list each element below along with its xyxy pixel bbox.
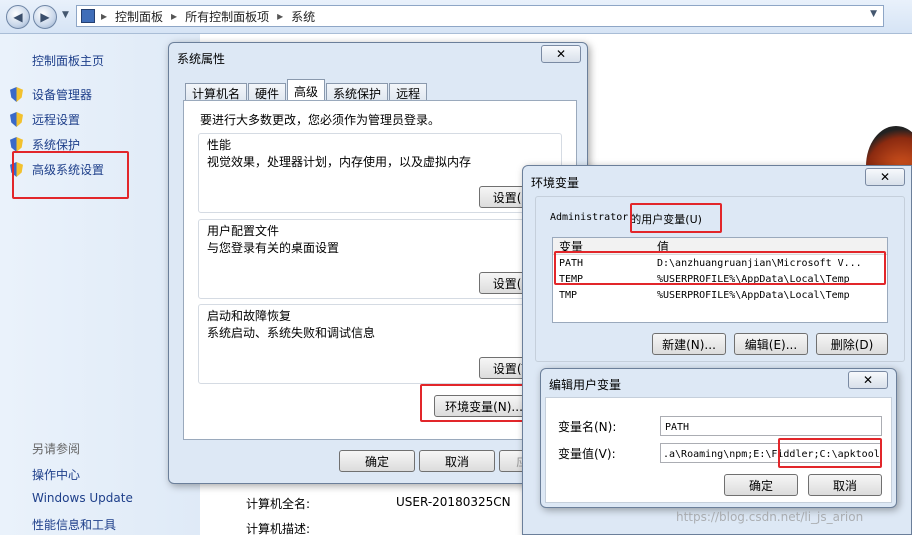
window-title: 系统属性 — [177, 52, 226, 66]
history-dropdown-icon[interactable]: ▼ — [62, 10, 69, 20]
sidebar-item-label: 设备管理器 — [32, 88, 93, 102]
edit-variable-button[interactable]: 编辑(E)... — [734, 333, 808, 355]
close-button[interactable]: ✕ — [848, 371, 888, 389]
address-dropdown-icon[interactable]: ▼ — [870, 9, 877, 19]
breadcrumb-item[interactable]: 所有控制面板项 — [185, 8, 269, 25]
computer-name-label: 计算机全名: — [246, 497, 311, 511]
close-button[interactable]: ✕ — [541, 45, 581, 63]
computer-name-value: USER-20180325CN — [396, 495, 511, 509]
variable-value-label: 变量值(V): — [558, 447, 616, 461]
breadcrumb-item[interactable]: 控制面板 — [115, 8, 163, 25]
chevron-right-icon: ▸ — [277, 9, 284, 23]
variable-value: %USERPROFILE%\AppData\Local\Temp — [657, 289, 850, 301]
see-also-windows-update[interactable]: Windows Update — [32, 491, 133, 505]
new-variable-button[interactable]: 新建(N)... — [652, 333, 726, 355]
shield-icon — [10, 87, 23, 102]
group-description: 与您登录有关的桌面设置 — [207, 241, 340, 255]
edit-panel: 变量名(N): PATH 变量值(V): .a\Roaming\npm;E:\F… — [545, 397, 892, 503]
close-button[interactable]: ✕ — [865, 168, 905, 186]
highlight-box — [630, 203, 722, 233]
user-profiles-group: 用户配置文件 与您登录有关的桌面设置 设置(E)... — [198, 219, 562, 299]
edit-user-variable-window: 编辑用户变量 ✕ 变量名(N): PATH 变量值(V): .a\Roaming… — [540, 368, 897, 508]
window-title: 编辑用户变量 — [549, 378, 622, 392]
computer-desc-label: 计算机描述: — [246, 522, 311, 535]
explorer-toolbar: ◀ ▶ ▼ ▸ 控制面板 ▸ 所有控制面板项 ▸ 系统 ▼ — [0, 0, 912, 34]
back-button[interactable]: ◀ — [6, 5, 30, 29]
highlight-box — [554, 251, 886, 285]
table-row[interactable]: TMP %USERPROFILE%\AppData\Local\Temp — [553, 287, 887, 303]
forward-button[interactable]: ▶ — [33, 5, 57, 29]
ok-button[interactable]: 确定 — [339, 450, 415, 472]
group-description: 系统启动、系统失败和调试信息 — [207, 326, 376, 340]
variable-name: TMP — [559, 289, 578, 301]
sidebar-item-remote-settings[interactable]: 远程设置 — [10, 111, 80, 128]
ok-button[interactable]: 确定 — [724, 474, 798, 496]
user-name: Administrator — [550, 212, 629, 223]
chevron-right-icon: ▸ — [101, 9, 108, 23]
highlight-box — [12, 151, 129, 199]
startup-recovery-group: 启动和故障恢复 系统启动、系统失败和调试信息 设置(T)... — [198, 304, 562, 384]
group-title: 用户配置文件 — [207, 224, 280, 238]
window-title: 环境变量 — [531, 176, 580, 190]
group-title: 性能 — [207, 138, 232, 152]
cancel-button[interactable]: 取消 — [808, 474, 882, 496]
address-bar[interactable]: ▸ 控制面板 ▸ 所有控制面板项 ▸ 系统 ▼ — [76, 5, 884, 27]
see-also-heading: 另请参阅 — [32, 442, 81, 456]
chevron-right-icon: ▸ — [171, 9, 178, 23]
admin-note: 要进行大多数更改，您必须作为管理员登录。 — [200, 113, 441, 127]
highlight-box — [778, 438, 882, 468]
control-panel-icon — [81, 9, 95, 23]
highlight-box — [420, 384, 532, 422]
user-variables-group: Administrator 的用户变量(U) 变量 值 PATH D:\anzh… — [535, 196, 905, 362]
variable-name-input[interactable]: PATH — [660, 416, 882, 436]
cancel-button[interactable]: 取消 — [419, 450, 495, 472]
sidebar-home-link[interactable]: 控制面板主页 — [32, 52, 104, 69]
performance-group: 性能 视觉效果，处理器计划，内存使用，以及虚拟内存 设置(S)... — [198, 133, 562, 213]
see-also-action-center[interactable]: 操作中心 — [32, 466, 80, 483]
delete-variable-button[interactable]: 删除(D) — [816, 333, 888, 355]
see-also-performance[interactable]: 性能信息和工具 — [32, 516, 116, 533]
shield-icon — [10, 112, 23, 127]
shield-icon — [10, 137, 23, 152]
sidebar-item-label: 远程设置 — [32, 113, 81, 127]
sidebar-item-device-manager[interactable]: 设备管理器 — [10, 86, 92, 103]
watermark: https://blog.csdn.net/li_js_arion — [676, 510, 864, 524]
group-description: 视觉效果，处理器计划，内存使用，以及虚拟内存 — [207, 155, 472, 169]
variable-name-label: 变量名(N): — [558, 420, 617, 434]
breadcrumb-item[interactable]: 系统 — [291, 8, 315, 25]
group-title: 启动和故障恢复 — [207, 309, 292, 323]
